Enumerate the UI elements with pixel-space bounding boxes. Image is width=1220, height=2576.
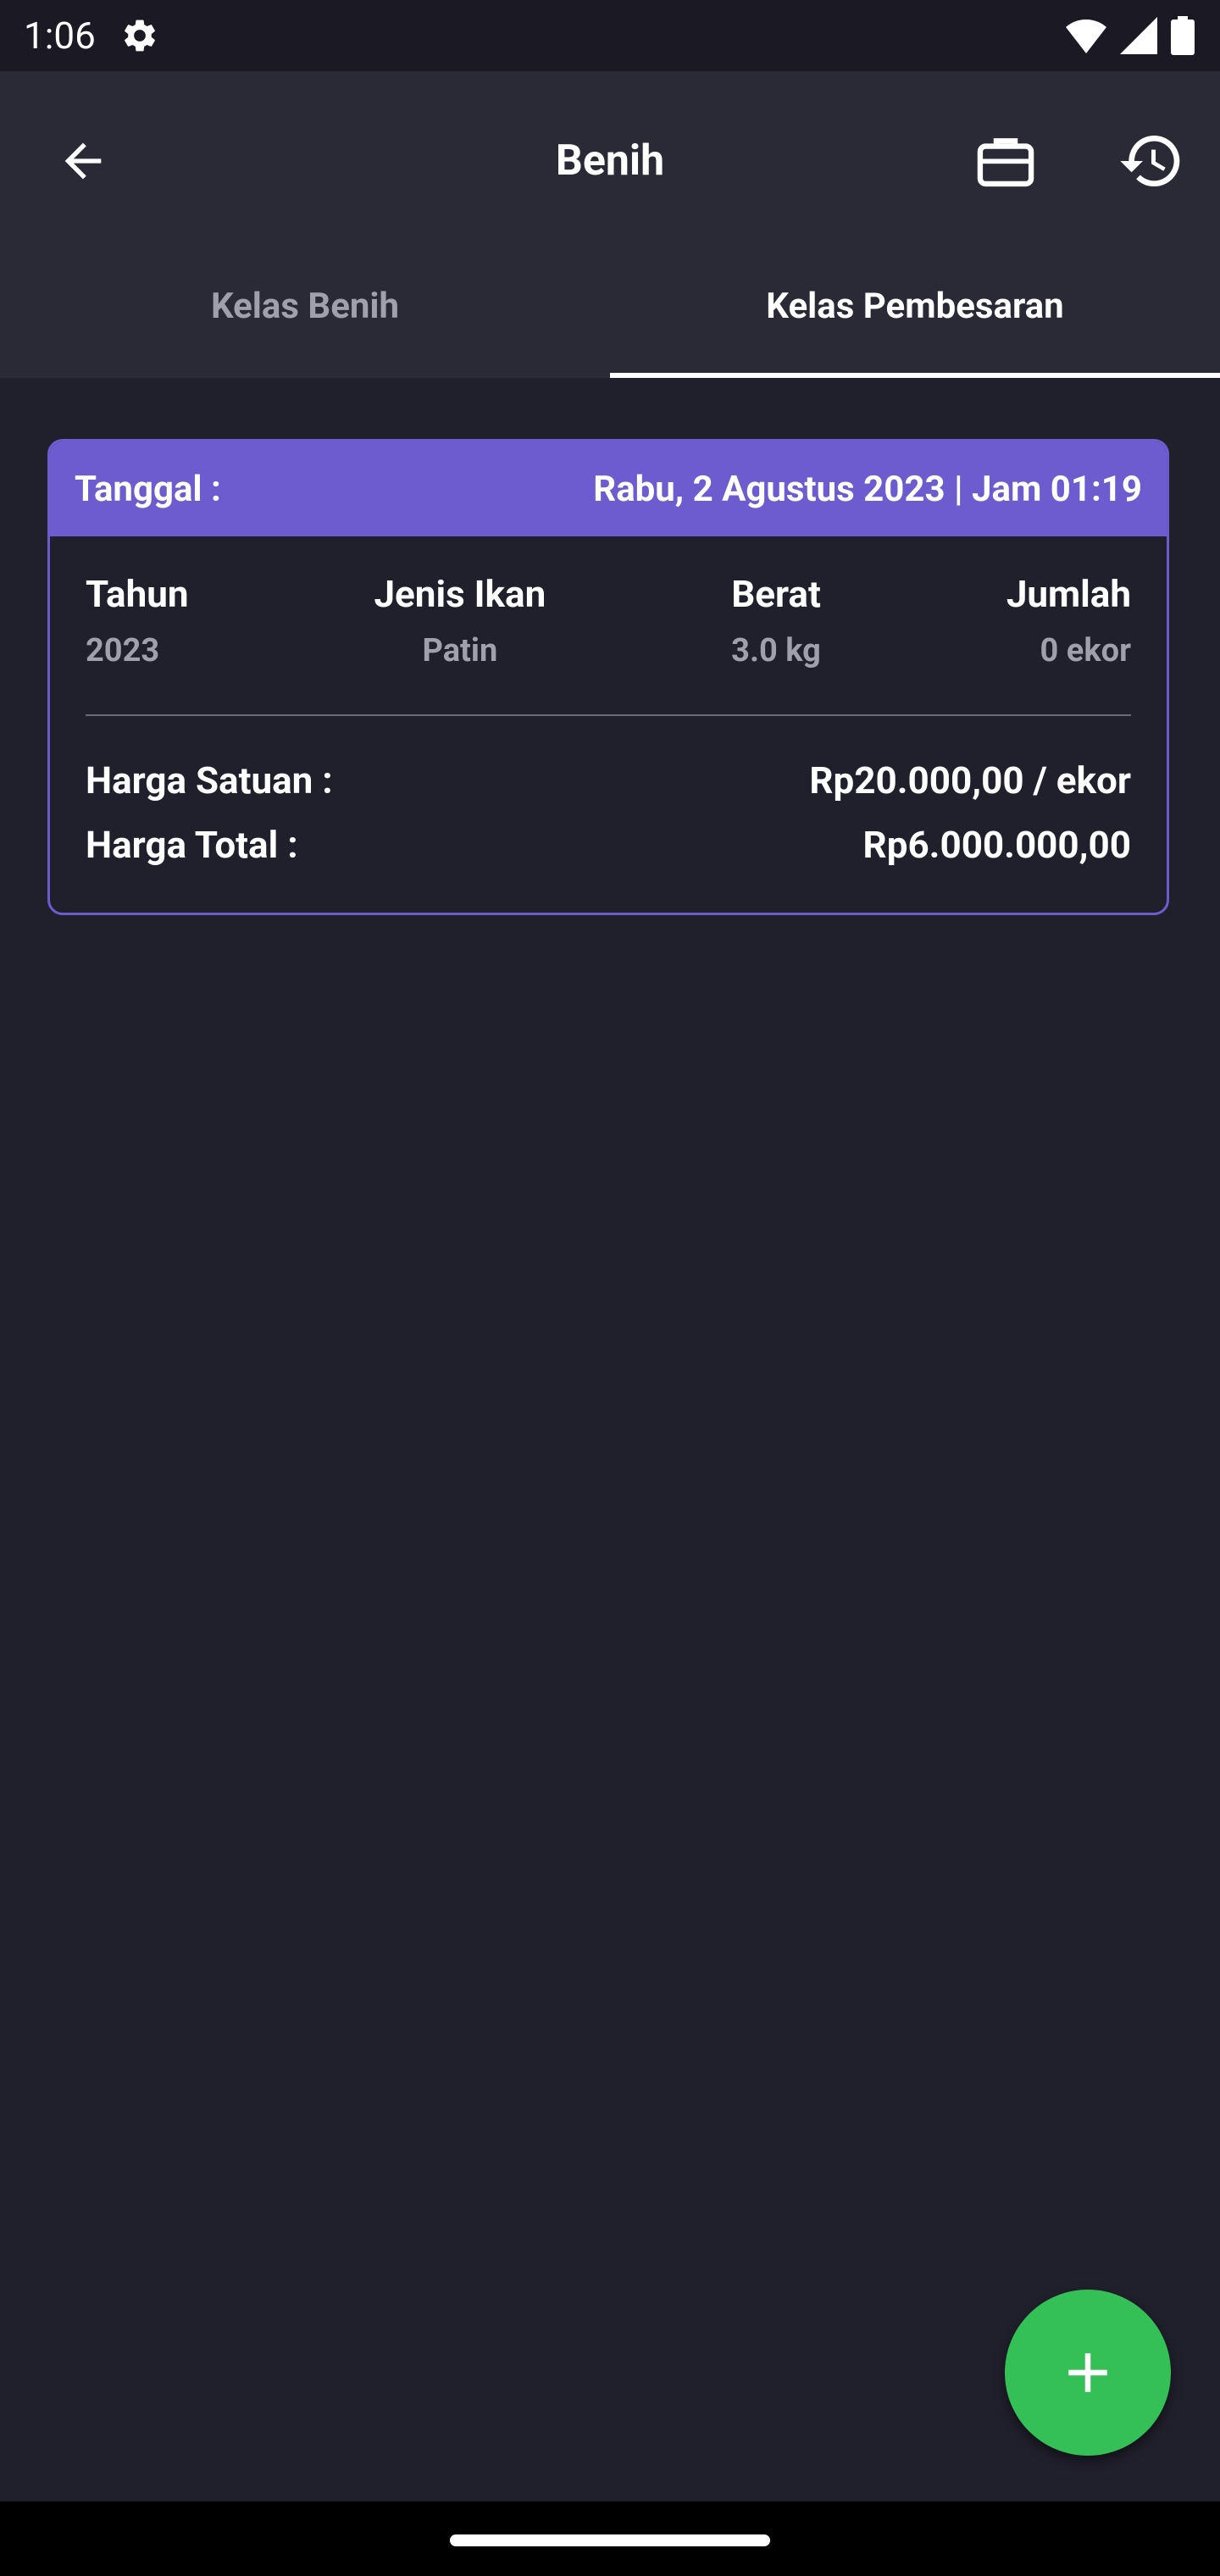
plus-icon (1068, 2353, 1107, 2392)
info-row: Tahun 2023 Jenis Ikan Patin Berat 3.0 kg… (86, 569, 1131, 672)
gear-icon (125, 19, 155, 52)
card-divider (86, 714, 1131, 716)
info-column-year: Tahun 2023 (86, 569, 189, 672)
signal-icon (1120, 17, 1157, 54)
info-value: 3.0 kg (731, 632, 821, 669)
tab-label: Kelas Pembesaran (766, 285, 1064, 327)
navigation-bar (0, 2501, 1220, 2576)
tab-label: Kelas Benih (210, 285, 400, 327)
unit-price-value: Rp20.000,00 / ekor (809, 758, 1131, 802)
status-bar: 1:06 (0, 0, 1220, 71)
info-label: Jumlah (1006, 572, 1131, 616)
card-header: Tanggal : Rabu, 2 Agustus 2023 | Jam 01:… (50, 441, 1167, 536)
info-label: Berat (731, 572, 821, 616)
wifi-icon (1066, 19, 1106, 53)
add-button[interactable] (1005, 2290, 1171, 2456)
tab-indicator (610, 373, 1220, 378)
info-label: Jenis Ikan (374, 572, 546, 616)
date-value: Rabu, 2 Agustus 2023 | Jam 01:19 (593, 468, 1142, 510)
date-label: Tanggal : (75, 468, 221, 510)
briefcase-icon (977, 138, 1034, 187)
tab-kelas-pembesaran[interactable]: Kelas Pembesaran (610, 234, 1220, 378)
total-price-label: Harga Total : (86, 823, 298, 867)
briefcase-button[interactable] (970, 122, 1041, 200)
record-card[interactable]: Tanggal : Rabu, 2 Agustus 2023 | Jam 01:… (47, 439, 1169, 915)
info-label: Tahun (86, 572, 189, 616)
battery-icon (1171, 16, 1195, 55)
info-value: Patin (422, 632, 498, 669)
info-value: 2023 (86, 632, 160, 669)
total-price-row: Harga Total : Rp6.000.000,00 (86, 819, 1131, 870)
info-column-fish-type: Jenis Ikan Patin (374, 569, 546, 672)
unit-price-row: Harga Satuan : Rp20.000,00 / ekor (86, 755, 1131, 806)
info-value: 0 ekor (1040, 632, 1131, 669)
total-price-value: Rp6.000.000,00 (862, 823, 1132, 867)
home-handle[interactable] (450, 2534, 770, 2546)
status-icons (1066, 15, 1195, 56)
unit-price-label: Harga Satuan : (86, 758, 333, 802)
tab-bar: Kelas Benih Kelas Pembesaran (0, 234, 1220, 378)
info-column-quantity: Jumlah 0 ekor (1006, 569, 1131, 672)
history-button[interactable] (1112, 122, 1190, 200)
status-time: 1:06 (24, 14, 96, 58)
info-column-weight: Berat 3.0 kg (731, 569, 821, 672)
card-body: Tahun 2023 Jenis Ikan Patin Berat 3.0 kg… (50, 569, 1167, 870)
history-icon (1120, 136, 1180, 187)
tab-kelas-benih[interactable]: Kelas Benih (0, 234, 610, 378)
